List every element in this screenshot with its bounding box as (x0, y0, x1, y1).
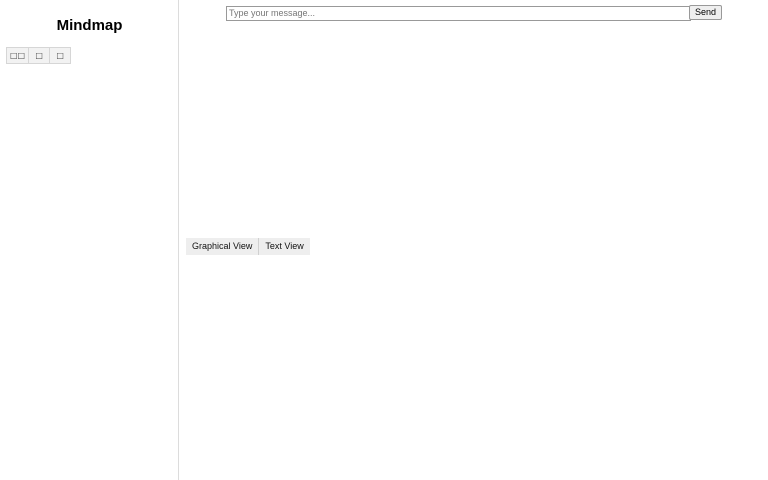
sidebar: Mindmap □□ □ □ (0, 0, 179, 480)
view-tabs: Graphical View Text View (186, 238, 310, 255)
sidebar-toolbar: □□ □ □ (6, 47, 72, 64)
sidebar-title: Mindmap (56, 17, 123, 34)
send-button[interactable]: Send (689, 5, 722, 20)
tab-graphical-view[interactable]: Graphical View (186, 238, 259, 255)
tool-button-3[interactable]: □ (50, 47, 72, 64)
message-input[interactable] (226, 6, 691, 21)
tool-button-2[interactable]: □ (29, 47, 51, 64)
mindmap-canvas[interactable] (180, 26, 768, 234)
tab-text-view[interactable]: Text View (258, 238, 310, 255)
expand-all-button[interactable]: □□ (6, 47, 30, 64)
